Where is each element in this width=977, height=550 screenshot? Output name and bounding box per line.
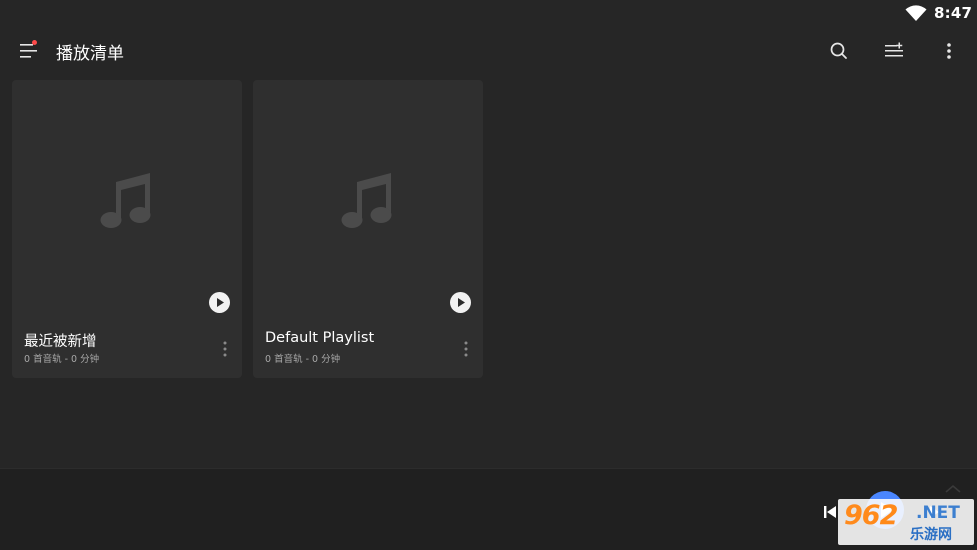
add-to-queue-icon — [885, 42, 903, 57]
wifi-icon — [905, 5, 927, 22]
playlist-menu-button[interactable] — [218, 338, 232, 360]
play-icon — [458, 298, 465, 307]
play-icon — [217, 298, 224, 307]
playlist-artwork — [12, 80, 242, 320]
more-vert-icon — [223, 341, 227, 357]
notification-dot — [32, 40, 37, 45]
playlist-screen: 8:47 播放清单 最近被新增 0 首音轨 - 0 分钟 Default Pla… — [0, 0, 977, 550]
previous-track-button[interactable] — [820, 502, 840, 522]
site-watermark: 962 .NET 乐游网 — [838, 499, 974, 545]
menu-icon — [20, 44, 37, 58]
more-vert-icon — [464, 341, 468, 357]
app-bar: 播放清单 — [0, 28, 977, 74]
playlist-card[interactable]: 最近被新增 0 首音轨 - 0 分钟 — [12, 80, 242, 378]
playlist-meta: 0 首音轨 - 0 分钟 — [24, 354, 100, 365]
chevron-up-icon — [945, 484, 961, 493]
more-options-button[interactable] — [934, 36, 964, 66]
music-note-icon — [341, 173, 392, 228]
search-button[interactable] — [824, 36, 854, 66]
skip-previous-icon — [824, 506, 836, 518]
status-time: 8:47 — [934, 4, 973, 22]
playlist-name: 最近被新增 — [24, 334, 97, 350]
collapse-player-button[interactable] — [944, 479, 962, 493]
mini-player — [0, 468, 977, 550]
play-playlist-button[interactable] — [209, 292, 230, 313]
search-icon — [830, 42, 847, 59]
menu-button[interactable] — [14, 38, 42, 64]
status-bar: 8:47 — [0, 0, 977, 28]
playlist-card[interactable]: Default Playlist 0 首音轨 - 0 分钟 — [253, 80, 483, 378]
playlist-meta: 0 首音轨 - 0 分钟 — [265, 354, 341, 365]
watermark-suffix: .NET — [916, 503, 960, 523]
play-playlist-button[interactable] — [450, 292, 471, 313]
playlist-name: Default Playlist — [265, 330, 375, 346]
more-vert-icon — [947, 43, 951, 59]
playlist-artwork — [253, 80, 483, 320]
page-title: 播放清单 — [56, 44, 124, 64]
music-note-icon — [100, 173, 151, 228]
add-to-queue-button[interactable] — [880, 36, 910, 66]
watermark-number: 962 — [844, 500, 898, 531]
watermark-cn: 乐游网 — [910, 527, 952, 543]
playlist-menu-button[interactable] — [459, 338, 473, 360]
